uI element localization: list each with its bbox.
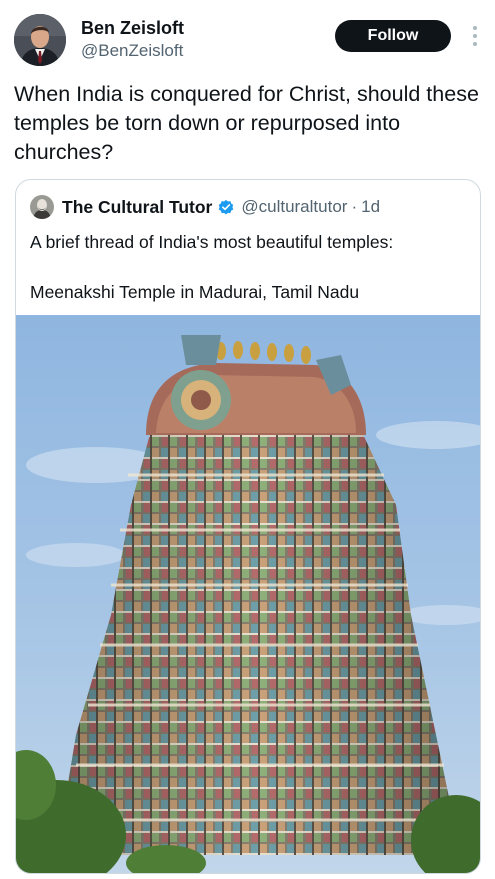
- temple-photo[interactable]: [16, 315, 480, 873]
- follow-button[interactable]: Follow: [335, 20, 451, 52]
- quoted-author-avatar[interactable]: [30, 195, 54, 219]
- post-text: When India is conquered for Christ, shou…: [14, 82, 479, 164]
- author-name[interactable]: Ben Zeisloft: [81, 17, 184, 39]
- quoted-post-card[interactable]: The Cultural Tutor @culturaltutor · 1d A…: [15, 179, 481, 874]
- author-handle[interactable]: @BenZeisloft: [81, 40, 184, 62]
- author-avatar[interactable]: [14, 14, 66, 66]
- quoted-author-name[interactable]: The Cultural Tutor: [62, 197, 212, 218]
- quoted-post-header: The Cultural Tutor @culturaltutor · 1d: [30, 194, 380, 220]
- quoted-author-handle[interactable]: @culturaltutor: [241, 197, 347, 217]
- quoted-post-time[interactable]: 1d: [361, 197, 380, 217]
- more-vertical-icon[interactable]: [469, 26, 481, 46]
- author-info: Ben Zeisloft @BenZeisloft: [81, 17, 184, 62]
- separator-dot: ·: [351, 197, 358, 216]
- quoted-post-text: A brief thread of India's most beautiful…: [30, 232, 394, 252]
- post-header: Ben Zeisloft @BenZeisloft Follow: [14, 14, 481, 70]
- quoted-post-text-line-2: Meenakshi Temple in Madurai, Tamil Nadu: [30, 282, 360, 302]
- verified-badge-icon: [219, 199, 234, 215]
